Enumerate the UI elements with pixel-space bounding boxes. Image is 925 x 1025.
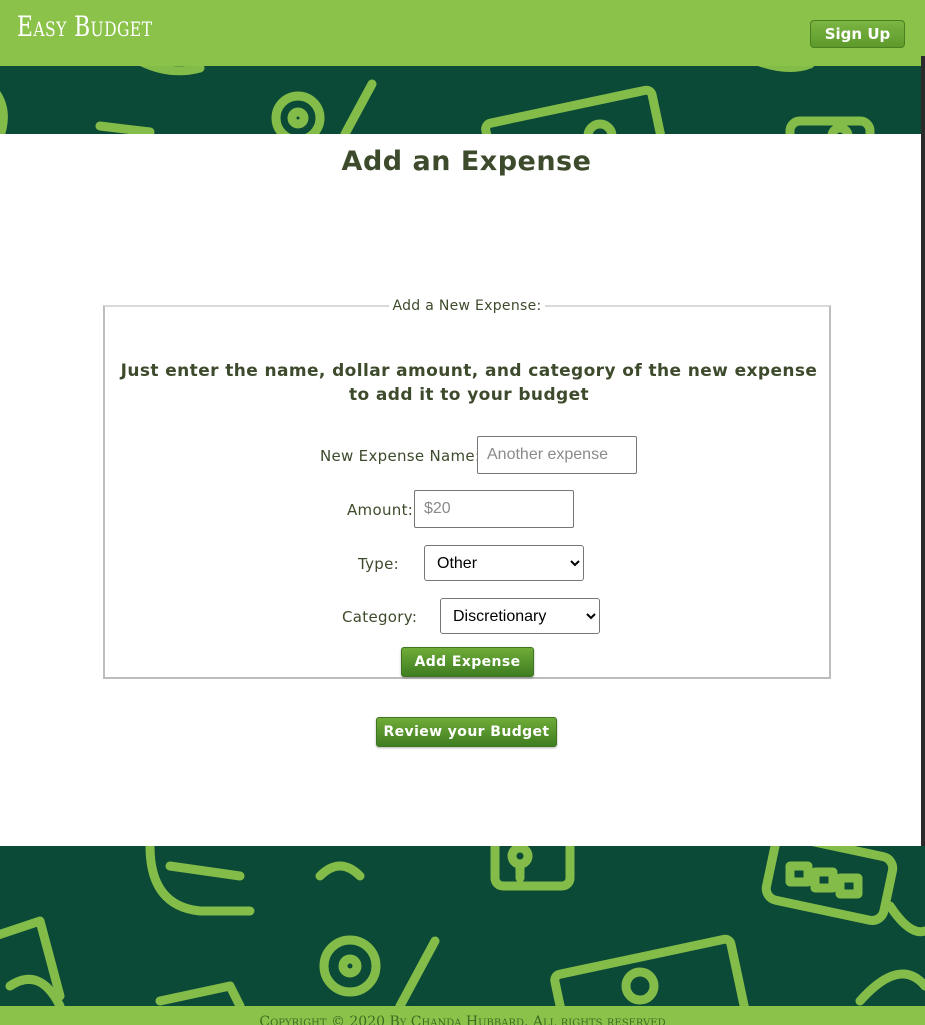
copyright-text: Copyright © 2020 By Chanda Hubbard. All … <box>259 1014 666 1025</box>
page-title: Add an Expense <box>341 146 592 177</box>
sign-up-button[interactable]: Sign Up <box>810 20 905 48</box>
add-expense-button[interactable]: Add Expense <box>401 647 534 677</box>
expense-name-label: New Expense Name: <box>320 447 481 465</box>
expense-name-input[interactable] <box>477 436 637 474</box>
hero-pattern-banner <box>0 66 925 134</box>
finance-pattern-icon <box>0 66 875 134</box>
type-label: Type: <box>358 555 400 573</box>
finance-pattern-icon <box>0 846 925 1006</box>
category-select[interactable]: Discretionary <box>440 598 600 634</box>
review-budget-button[interactable]: Review your Budget <box>376 717 557 747</box>
category-label: Category: <box>342 608 418 626</box>
type-select[interactable]: Other <box>424 545 584 581</box>
amount-label: Amount: <box>347 501 414 519</box>
amount-input[interactable] <box>414 490 574 528</box>
add-expense-form: Add a New Expense: Just enter the name, … <box>103 298 831 679</box>
scrollbar-edge[interactable] <box>921 56 925 846</box>
form-legend: Add a New Expense: <box>392 298 542 314</box>
footer-pattern-banner <box>0 846 925 1006</box>
brand-logo[interactable]: Easy Budget <box>17 10 152 43</box>
form-instructions: Just enter the name, dollar amount, and … <box>120 361 818 405</box>
top-nav-bar: Easy Budget Sign Up <box>0 0 925 66</box>
footer-bar: Copyright © 2020 By Chanda Hubbard. All … <box>0 1006 925 1025</box>
